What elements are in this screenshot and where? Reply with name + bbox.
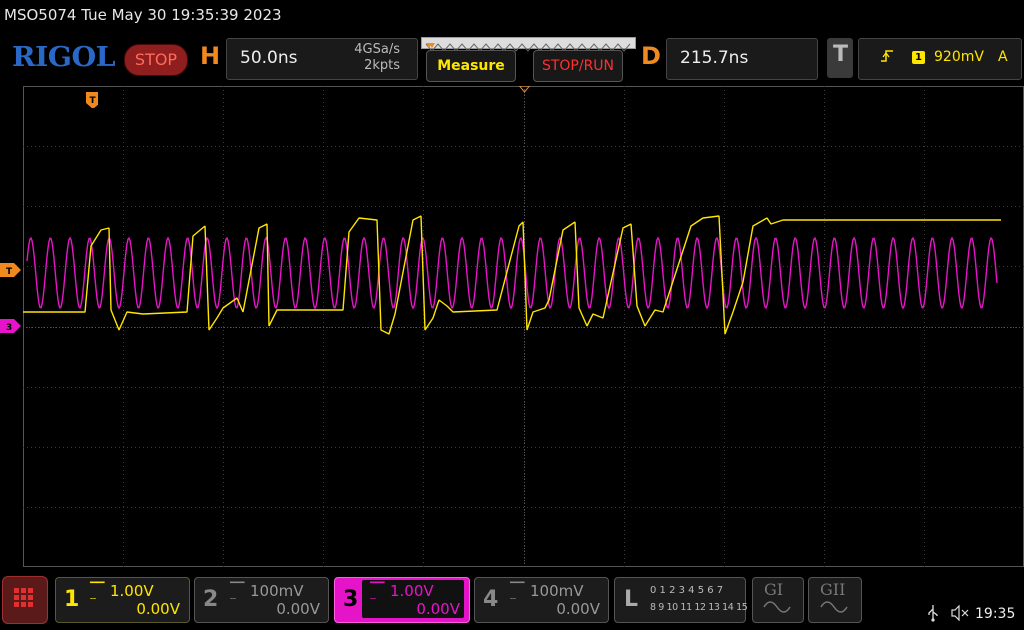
- memory-depth: 2kpts: [364, 58, 400, 73]
- channel-1-trace: [23, 215, 1001, 335]
- speaker-muted-icon[interactable]: [951, 605, 971, 621]
- horizontal-label: H: [200, 42, 221, 70]
- trigger-mode: A: [998, 49, 1008, 65]
- run-state-badge[interactable]: STOP: [124, 44, 188, 76]
- trigger-level: 920mV: [934, 49, 984, 65]
- logic-channels-low: 0 1 2 3 4 5 6 7: [650, 585, 724, 596]
- channel-1-number: 1: [64, 587, 80, 612]
- channel-3-number: 3: [343, 587, 359, 612]
- channel-3-offset: 0.00V: [416, 600, 460, 618]
- instrument-title: MSO5074 Tue May 30 19:35:39 2023: [4, 6, 282, 24]
- dc-coupling-icon: ▔▔ ┄: [370, 583, 384, 605]
- sample-rate: 4GSa/s: [354, 42, 400, 57]
- clock-time: 19:35: [975, 606, 1016, 622]
- dc-coupling-icon: ▔▔ ┄: [90, 583, 104, 605]
- stop-run-button[interactable]: STOP/RUN: [533, 50, 623, 82]
- channel-2-scale: 100mV: [250, 582, 304, 600]
- channel-1-scale: 1.00V: [110, 582, 154, 600]
- generator-2-label: GII: [820, 580, 846, 599]
- channel-2-offset: 0.00V: [276, 600, 320, 618]
- channel-4-offset: 0.00V: [556, 600, 600, 618]
- channel-1-offset: 0.00V: [136, 600, 180, 618]
- trigger-position-marker[interactable]: T: [86, 92, 98, 108]
- usb-icon: [928, 605, 938, 622]
- memory-position-bar[interactable]: [421, 37, 636, 52]
- logic-label: L: [624, 587, 639, 612]
- generator-1-label: GI: [764, 580, 784, 599]
- channel-3-trace: [26, 236, 998, 310]
- waveform-display[interactable]: [23, 86, 1024, 567]
- delay-value[interactable]: 215.7ns: [680, 48, 748, 68]
- rigol-logo: RIGOL: [12, 42, 116, 73]
- sine-wave-icon: [820, 601, 848, 613]
- svg-text:T: T: [90, 96, 97, 106]
- svg-text:T: T: [6, 267, 13, 277]
- menu-grid-icon: [14, 588, 33, 607]
- svg-text:3: 3: [6, 323, 12, 333]
- dc-coupling-icon: ▔▔ ┄: [230, 583, 244, 605]
- delay-label: D: [641, 42, 661, 70]
- channel-4-scale: 100mV: [530, 582, 584, 600]
- trigger-level-marker[interactable]: T: [0, 263, 22, 277]
- trigger-source: 1: [912, 51, 925, 64]
- trigger-label: T: [833, 42, 849, 67]
- logic-channels-high: 8 9 10 11 12 13 14 15: [650, 602, 748, 613]
- rising-edge-icon: [880, 48, 894, 68]
- channel-4-number: 4: [483, 587, 499, 612]
- dc-coupling-icon: ▔▔ ┄: [510, 583, 524, 605]
- channel-2-number: 2: [203, 587, 219, 612]
- ch3-ground-marker[interactable]: 3: [0, 319, 22, 333]
- measure-button[interactable]: Measure: [426, 50, 516, 82]
- sine-wave-icon: [763, 601, 791, 613]
- graticule-border: [23, 86, 1024, 567]
- timebase-value[interactable]: 50.0ns: [240, 48, 297, 68]
- channel-3-scale: 1.00V: [390, 582, 434, 600]
